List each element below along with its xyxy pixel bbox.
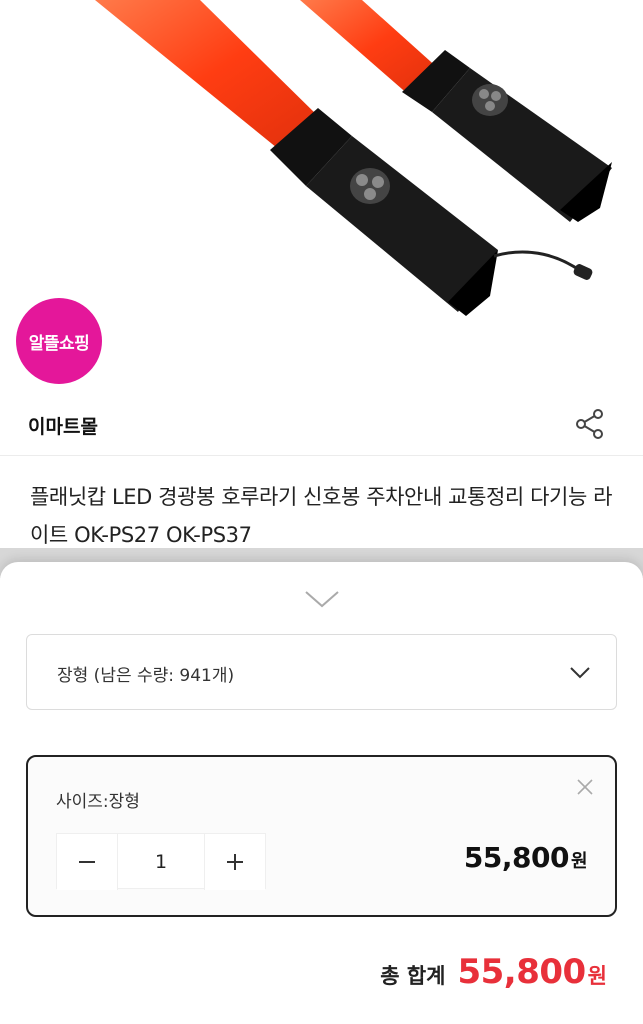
seller-row: 이마트몰 <box>0 392 643 456</box>
option-bottom-sheet: 장형 (남은 수량: 941개) 사이즈:장형 1 55,800 원 총 합계 … <box>0 562 643 1024</box>
promo-badge: 알뜰쇼핑 <box>16 298 102 384</box>
total-label: 총 합계 <box>380 964 446 988</box>
option-select[interactable]: 장형 (남은 수량: 941개) <box>26 634 617 710</box>
selected-option-card: 사이즈:장형 1 55,800 원 <box>26 755 617 917</box>
increase-button[interactable] <box>205 834 265 890</box>
option-select-value: 장형 (남은 수량: 941개) <box>57 666 235 686</box>
chevron-down-icon[interactable] <box>303 588 341 610</box>
minus-icon <box>79 861 95 863</box>
product-image[interactable]: 알뜰쇼핑 <box>0 0 643 392</box>
product-title: 플래닛캅 LED 경광봉 호루라기 신호봉 주차안내 교통정리 다기능 라이트 … <box>30 485 613 547</box>
close-icon[interactable] <box>573 775 597 799</box>
total-row: 총 합계 55,800 원 <box>380 952 607 992</box>
chevron-down-icon <box>570 667 590 679</box>
option-price-value: 55,800 <box>463 841 570 874</box>
quantity-stepper: 1 <box>56 833 266 890</box>
option-price-unit: 원 <box>570 851 588 872</box>
share-icon[interactable] <box>572 406 608 442</box>
decrease-button[interactable] <box>57 834 117 890</box>
seller-name[interactable]: 이마트몰 <box>28 412 98 439</box>
plus-icon <box>227 854 243 870</box>
total-price-unit: 원 <box>587 964 607 988</box>
option-price: 55,800 원 <box>463 841 588 874</box>
quantity-value[interactable]: 1 <box>117 834 205 890</box>
selected-option-label: 사이즈:장형 <box>56 792 140 812</box>
total-price: 55,800 <box>457 952 586 992</box>
